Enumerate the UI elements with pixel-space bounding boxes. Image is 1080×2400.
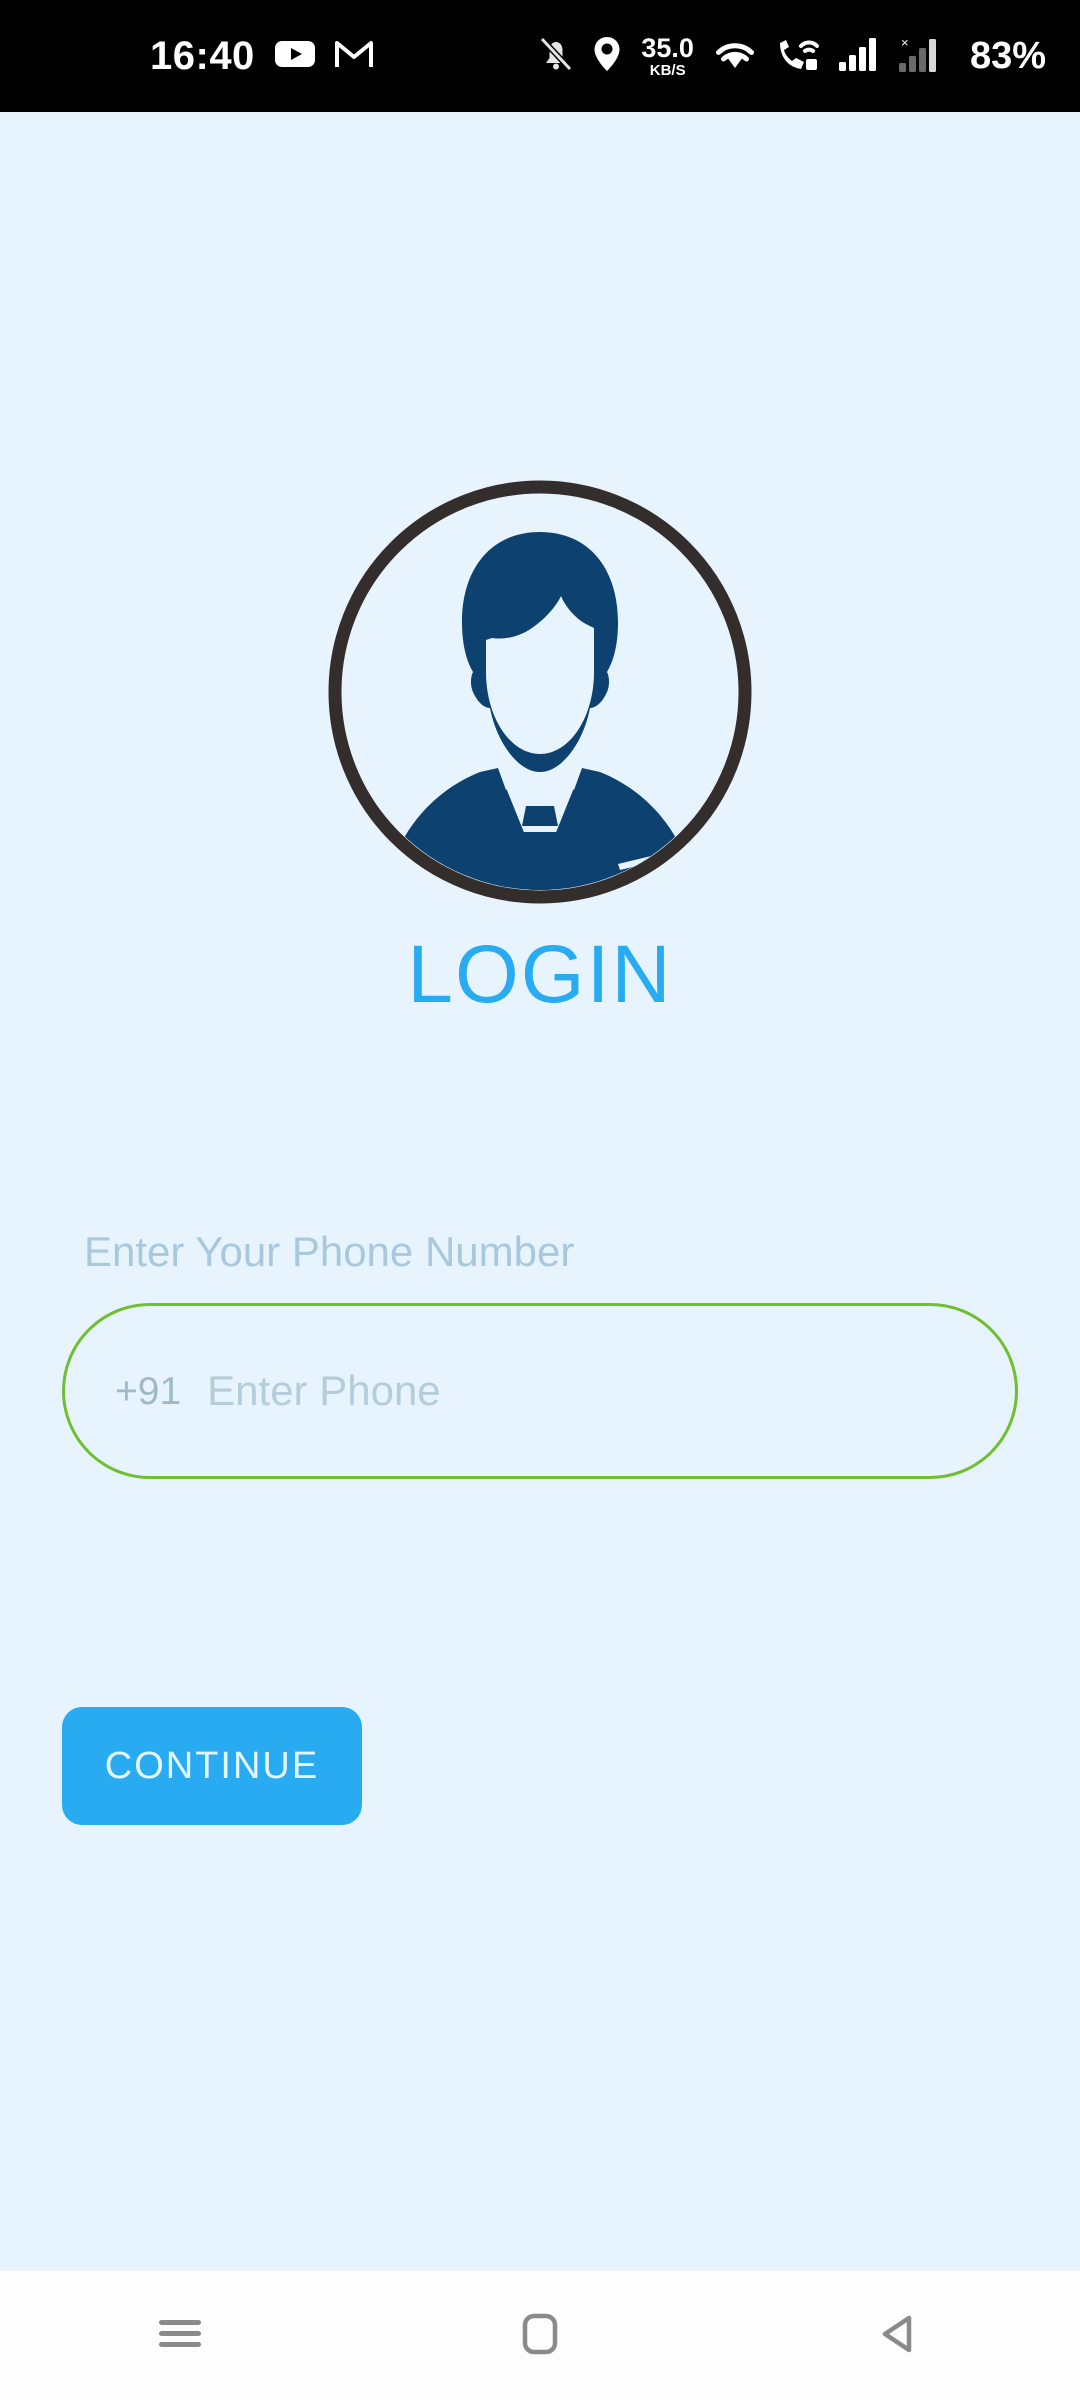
- country-code-prefix: +91: [115, 1369, 182, 1413]
- recents-button[interactable]: [90, 2271, 270, 2400]
- battery-percentage: 83%: [969, 35, 1046, 77]
- hamburger-recents-icon: [155, 2313, 205, 2358]
- phone-input[interactable]: Enter Phone: [207, 1370, 441, 1412]
- status-bar-left: 16:40: [0, 36, 373, 76]
- phone-screen: 16:40 35.0 KB/S × 83% LOGIN Enter Your P…: [0, 0, 1080, 2400]
- network-speed-value: 35.0: [641, 32, 694, 63]
- svg-text:×: ×: [901, 35, 909, 50]
- android-navigation-bar: [0, 2270, 1080, 2400]
- home-button[interactable]: [450, 2271, 630, 2400]
- phone-input-container[interactable]: +91 Enter Phone: [62, 1303, 1018, 1479]
- signal-bars-icon: [838, 36, 882, 77]
- back-button[interactable]: [810, 2271, 990, 2400]
- status-clock: 16:40: [150, 34, 255, 78]
- phone-field-label: Enter Your Phone Number: [84, 1228, 575, 1275]
- location-pin-icon: [591, 34, 623, 79]
- continue-button[interactable]: CONTINUE: [62, 1707, 362, 1825]
- wifi-icon: [712, 36, 758, 77]
- network-speed-indicator: 35.0 KB/S: [641, 32, 694, 79]
- gmail-icon: [334, 39, 373, 74]
- login-form: Enter Your Phone Number +91 Enter Phone …: [0, 1231, 1080, 1825]
- youtube-icon: [274, 39, 315, 74]
- login-screen-content: LOGIN Enter Your Phone Number +91 Enter …: [0, 112, 1080, 2270]
- wifi-calling-icon: [774, 35, 822, 78]
- bell-off-icon: [537, 34, 575, 79]
- avatar: [320, 472, 760, 912]
- signal-no-sim-icon: ×: [898, 35, 948, 78]
- page-title: LOGIN: [407, 929, 673, 1020]
- back-triangle-icon: [875, 2310, 925, 2361]
- home-square-icon: [518, 2309, 562, 2362]
- status-bar-right: 35.0 KB/S × 83%: [537, 34, 1046, 79]
- status-bar: 16:40 35.0 KB/S × 83%: [0, 0, 1080, 112]
- user-avatar-businessman-icon: [328, 480, 752, 904]
- network-speed-unit: KB/S: [649, 61, 686, 79]
